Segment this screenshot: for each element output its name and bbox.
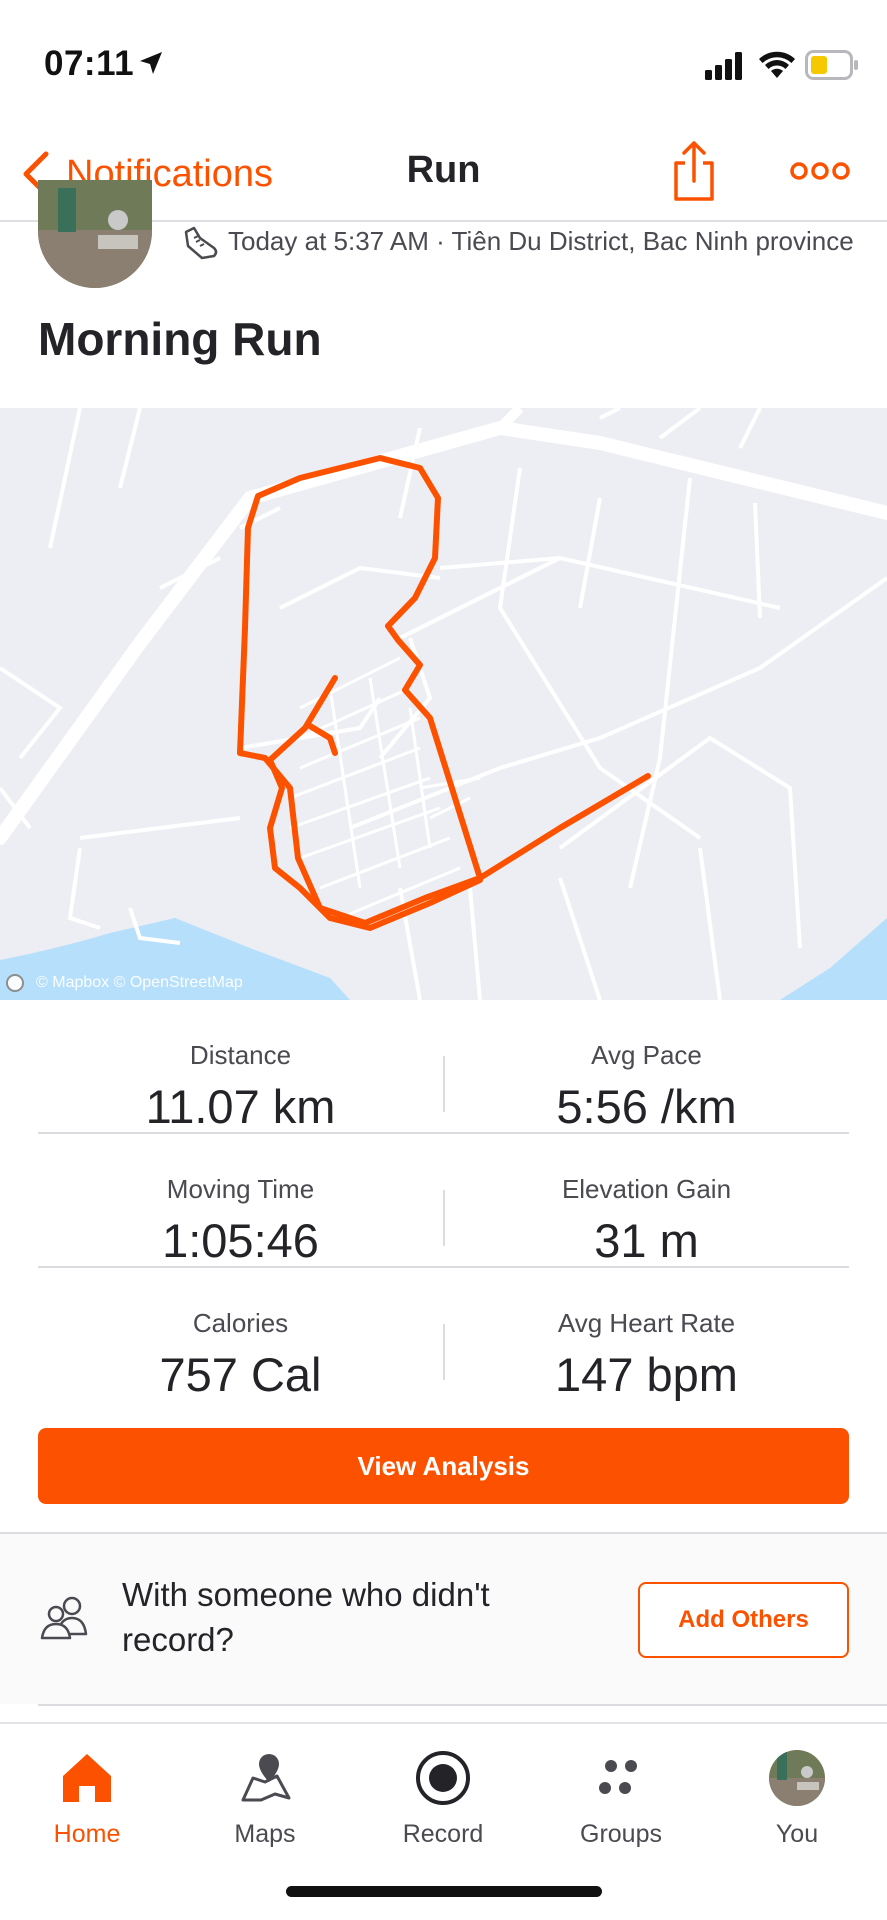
stat-calories: Calories 757 Cal — [38, 1268, 443, 1402]
activity-title: Morning Run — [38, 313, 322, 365]
stat-label: Calories — [192, 1308, 289, 1338]
stat-moving-time: Moving Time 1:05:46 — [38, 1134, 443, 1268]
stat-row: Moving Time 1:05:46 Elevation Gain 31 m — [38, 1134, 849, 1268]
stat-avg-pace: Avg Pace 5:56 /km — [444, 1000, 849, 1134]
tab-record[interactable]: Record — [368, 1736, 518, 1856]
add-others-button[interactable]: Add Others — [638, 1582, 849, 1658]
with-others-section: With someone who didn't record? Add Othe… — [0, 1534, 887, 1704]
home-icon — [63, 1754, 111, 1802]
route-map-drawing — [0, 408, 887, 1000]
stat-avg-heart-rate: Avg Heart Rate 147 bpm — [444, 1268, 849, 1402]
stat-distance: Distance 11.07 km — [38, 1000, 443, 1134]
record-icon — [416, 1751, 470, 1805]
divider — [38, 1704, 887, 1706]
stat-label: Avg Heart Rate — [557, 1308, 736, 1338]
tab-maps[interactable]: Maps — [190, 1736, 340, 1856]
activity-meta: Today at 5:37 AM · Tiên Du District, Bac… — [228, 226, 854, 256]
stat-label: Moving Time — [166, 1174, 315, 1204]
stat-label: Distance — [189, 1040, 292, 1070]
groups-icon — [599, 1760, 637, 1794]
stat-row: Distance 11.07 km Avg Pace 5:56 /km — [38, 1000, 849, 1134]
share-icon[interactable] — [668, 139, 720, 203]
athlete-avatar[interactable] — [38, 180, 152, 288]
stat-label: Avg Pace — [591, 1040, 702, 1070]
tab-groups[interactable]: Groups — [546, 1736, 696, 1856]
map-icon — [241, 1754, 291, 1802]
status-time: 07:11 — [44, 44, 135, 83]
activity-stats: Distance 11.07 km Avg Pace 5:56 /km Movi… — [38, 1000, 849, 1402]
tab-label: You — [775, 1820, 819, 1848]
tab-you[interactable]: You — [722, 1736, 872, 1856]
map-attribution[interactable]: © Mapbox © OpenStreetMap — [6, 974, 243, 992]
avatar — [769, 1750, 825, 1806]
wifi-icon — [759, 51, 795, 78]
stat-value: 5:56 /km — [556, 1080, 737, 1133]
map-attribution-text: © Mapbox © OpenStreetMap — [36, 974, 243, 991]
stat-value: 147 bpm — [555, 1348, 738, 1401]
route-map[interactable]: © Mapbox © OpenStreetMap — [0, 408, 887, 1000]
stat-value: 31 m — [594, 1214, 699, 1267]
tab-label: Groups — [580, 1820, 662, 1848]
stat-label: Elevation Gain — [561, 1174, 732, 1204]
status-bar: 07:11 — [0, 0, 887, 125]
with-others-text: With someone who didn't record? — [122, 1576, 490, 1658]
run-shoe-icon — [184, 226, 218, 260]
home-indicator[interactable] — [286, 1886, 602, 1897]
tab-label: Maps — [234, 1820, 296, 1848]
tab-label: Record — [402, 1820, 484, 1848]
stat-elevation-gain: Elevation Gain 31 m — [444, 1134, 849, 1268]
stat-value: 1:05:46 — [162, 1214, 319, 1267]
avatar-photo — [38, 180, 152, 288]
more-options-icon[interactable] — [790, 159, 850, 183]
stat-value: 757 Cal — [159, 1348, 322, 1401]
people-icon — [40, 1596, 88, 1640]
stat-value: 11.07 km — [145, 1080, 336, 1133]
tab-home[interactable]: Home — [12, 1736, 162, 1856]
stat-row: Calories 757 Cal Avg Heart Rate 147 bpm — [38, 1268, 849, 1402]
tab-label: Home — [53, 1820, 121, 1848]
view-analysis-button[interactable]: View Analysis — [38, 1428, 849, 1504]
battery-icon — [805, 50, 858, 80]
location-arrow-icon — [140, 52, 162, 74]
mapbox-logo-icon — [6, 974, 24, 992]
cellular-signal-icon — [705, 52, 742, 80]
